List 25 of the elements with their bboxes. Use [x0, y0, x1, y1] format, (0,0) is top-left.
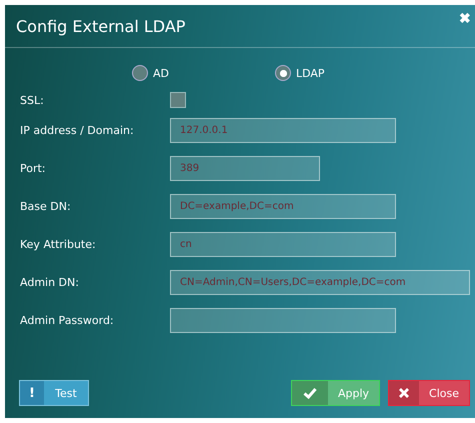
radio-option[interactable]: AD: [132, 65, 169, 81]
field-label: Key Attribute:: [20, 238, 97, 250]
radio-button[interactable]: [275, 65, 291, 81]
checkbox[interactable]: [170, 92, 186, 108]
input-field[interactable]: DC=example,DC=com: [170, 194, 396, 218]
input-field[interactable]: cn: [170, 232, 396, 256]
field-label: Admin Password:: [20, 314, 115, 326]
password-field[interactable]: [170, 308, 396, 332]
field-label: IP address / Domain:: [20, 124, 135, 136]
apply-button[interactable]: Apply: [291, 380, 380, 406]
input-field[interactable]: 127.0.0.1: [170, 118, 396, 142]
input-field[interactable]: 389: [170, 156, 320, 180]
field-label: Port:: [20, 162, 47, 174]
check-icon: [303, 387, 317, 399]
window-title: Config External LDAP: [16, 16, 186, 36]
test-button[interactable]: ! Test: [19, 380, 89, 406]
field-label: SSL:: [20, 94, 45, 106]
close-button[interactable]: ✖: [459, 10, 471, 26]
field-label: Admin DN:: [20, 276, 80, 288]
radio-option[interactable]: LDAP: [275, 65, 325, 81]
input-field[interactable]: CN=Admin,CN=Users,DC=example,DC=com: [170, 270, 470, 294]
radio-button[interactable]: [132, 65, 148, 81]
close-dialog-button[interactable]: Close: [388, 380, 470, 406]
close-icon: [399, 388, 409, 398]
field-label: Base DN:: [20, 200, 72, 212]
